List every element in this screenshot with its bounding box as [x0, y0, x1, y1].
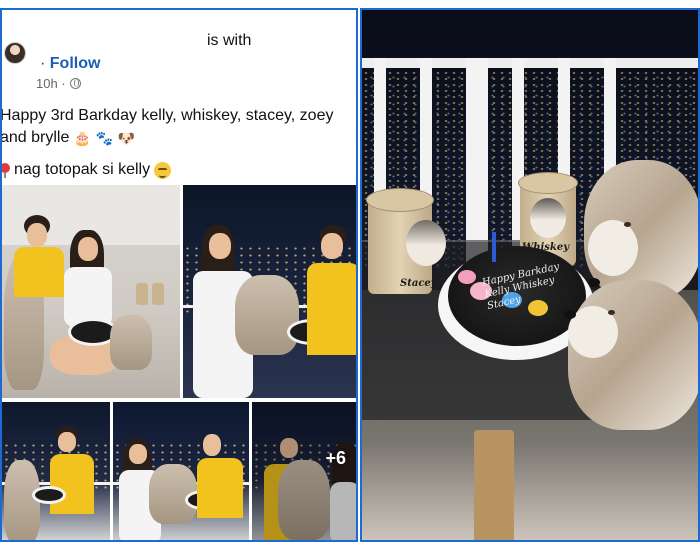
post-photo-4[interactable]	[113, 402, 249, 540]
yellow-shirt	[14, 247, 64, 297]
yellow-shirt	[197, 458, 243, 518]
cake-emoji-icon: 🎂	[73, 130, 92, 146]
pin-icon	[2, 163, 10, 178]
jar-left-label: Stacey	[400, 278, 437, 289]
avatar[interactable]	[4, 42, 26, 64]
jar-lid	[518, 172, 578, 194]
caption-text: Happy 3rd Barkday kelly, whiskey, stacey…	[0, 107, 334, 146]
husky-figure	[406, 220, 446, 266]
post-timestamp: 10h ·	[36, 76, 81, 91]
cake	[32, 486, 66, 504]
post-time: 10h ·	[36, 76, 66, 91]
facebook-post: is with · Follow 10h · Happy 3rd Barkday…	[0, 8, 358, 542]
wooden-stand	[474, 430, 514, 540]
person-face	[321, 233, 343, 259]
cake-closeup-photo: Stacey Whiskey Happy Barkday Kelly Whisk…	[360, 8, 700, 542]
yellow-shirt	[50, 454, 94, 514]
dog-nose	[588, 278, 600, 287]
more-photos-count[interactable]: +6	[325, 448, 346, 469]
balcony-railing	[362, 58, 698, 68]
husky-figure	[530, 198, 566, 238]
note-text: nag totopak si kelly	[14, 161, 151, 178]
sad-face-icon	[154, 161, 172, 179]
dog-eye	[608, 310, 615, 315]
husky-dog	[110, 315, 152, 370]
treat-jar	[136, 283, 148, 305]
post-photo-5-more[interactable]: +6	[252, 402, 356, 540]
dog-emoji-icon: 🐶	[117, 130, 136, 146]
follow-button[interactable]: Follow	[50, 55, 101, 72]
husky-dog	[235, 275, 299, 355]
yellow-shirt	[307, 263, 356, 355]
dog-nose	[564, 310, 576, 319]
post-caption: Happy 3rd Barkday kelly, whiskey, stacey…	[0, 105, 350, 149]
more-overlay	[252, 402, 356, 540]
follow-separator: ·	[40, 55, 46, 72]
treat-jar	[152, 283, 164, 305]
person-face	[27, 223, 47, 247]
dog-eye	[624, 222, 631, 227]
post-photo-3[interactable]	[2, 402, 110, 540]
person-face	[129, 444, 147, 464]
frosting-flower	[458, 270, 476, 284]
post-photo-2[interactable]	[183, 185, 356, 398]
tagged-with-text: is with	[207, 32, 252, 49]
husky-muzzle	[588, 220, 638, 276]
globe-icon	[69, 78, 81, 89]
follow-row: · Follow	[40, 55, 100, 73]
paw-emoji-icon: 🐾	[95, 130, 114, 146]
person-face	[58, 432, 76, 452]
post-note: nag totopak si kelly	[2, 161, 172, 179]
person-face	[209, 233, 231, 259]
jar-lid	[366, 188, 434, 212]
post-photo-1[interactable]	[2, 185, 180, 398]
husky-dog	[4, 460, 40, 540]
candle	[492, 232, 496, 262]
person-face	[203, 434, 221, 456]
person-face	[78, 237, 98, 261]
